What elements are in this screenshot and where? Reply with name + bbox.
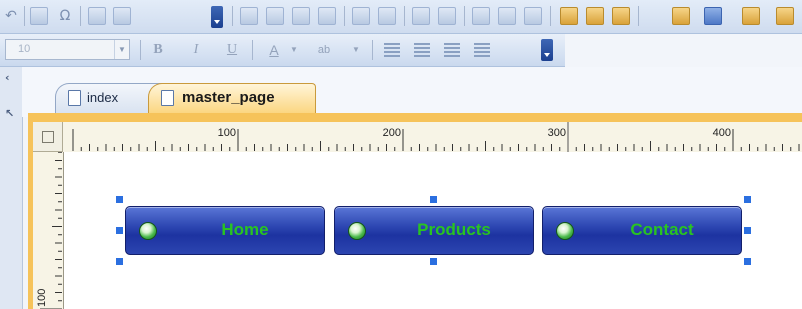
insert-chart-icon[interactable]: [113, 7, 131, 25]
align-center-icon[interactable]: [414, 43, 430, 57]
highlight-color-button[interactable]: ab: [314, 41, 334, 59]
chevron-down-icon[interactable]: ▼: [284, 41, 304, 59]
toolbar-separator: [404, 6, 405, 26]
toolbar-separator: [550, 6, 551, 26]
send-backward-icon[interactable]: [586, 7, 604, 25]
ruler-label: 400: [713, 127, 731, 139]
products-nav-button[interactable]: Products: [334, 206, 534, 255]
font-size-value: 10: [18, 43, 31, 55]
row-height-icon[interactable]: [412, 7, 430, 25]
home-nav-button[interactable]: Home: [125, 206, 325, 255]
merge-cells-icon[interactable]: [352, 7, 370, 25]
delete-cells-icon[interactable]: [318, 7, 336, 25]
globe-icon: [348, 222, 366, 240]
toolbar-separator: [638, 6, 639, 26]
toolbar-separator: [24, 6, 25, 26]
collapse-panel-icon[interactable]: ‹: [5, 71, 10, 84]
group-objects-icon[interactable]: [612, 7, 630, 25]
selection-handle[interactable]: [744, 258, 751, 265]
toolbar-separator: [464, 6, 465, 26]
tab-master-page[interactable]: master_page: [148, 83, 316, 114]
insert-symbol-icon[interactable]: Ω: [56, 7, 74, 25]
insert-row-icon[interactable]: [266, 7, 284, 25]
contact-nav-button[interactable]: Contact: [542, 206, 742, 255]
chevron-down-icon[interactable]: ▼: [346, 41, 366, 59]
ruler-label: 200: [383, 127, 401, 139]
formatting-toolbar-top: ↶ Ω: [0, 0, 802, 34]
insert-image-icon[interactable]: [30, 7, 48, 25]
document-icon: [68, 90, 81, 106]
align-objects-icon[interactable]: [742, 7, 760, 25]
toolbar-separator: [80, 6, 81, 26]
table-properties-icon[interactable]: [524, 7, 542, 25]
tab-label: index: [87, 90, 119, 105]
ruler-corner[interactable]: [33, 122, 63, 152]
ruler-label: 100: [218, 127, 236, 139]
font-size-select[interactable]: 10 ▼: [5, 39, 130, 60]
selection-handle[interactable]: [744, 227, 751, 234]
distribute-objects-icon[interactable]: [776, 7, 794, 25]
selection-handle[interactable]: [116, 196, 123, 203]
toolbar-options-grip[interactable]: [211, 6, 223, 28]
undo-icon[interactable]: ↶: [2, 7, 20, 25]
selection-handle[interactable]: [116, 227, 123, 234]
italic-button[interactable]: I: [186, 41, 206, 59]
nav-button-label: Products: [417, 220, 491, 239]
cell-spacing-icon[interactable]: [498, 7, 516, 25]
nav-button-label: Home: [221, 220, 269, 239]
horizontal-ruler-ticks: 100 200 300 400: [72, 122, 800, 152]
pointer-tool-icon[interactable]: ↖: [5, 107, 14, 120]
ruler-label: 300: [548, 127, 566, 139]
chevron-down-icon[interactable]: ▼: [114, 40, 129, 59]
align-right-icon[interactable]: [444, 43, 460, 57]
toolbar-separator: [252, 40, 253, 60]
bold-button[interactable]: B: [148, 41, 168, 59]
selection-handle[interactable]: [430, 258, 437, 265]
table-icon[interactable]: [240, 7, 258, 25]
align-left-icon[interactable]: [384, 43, 400, 57]
layer-up-icon[interactable]: [672, 7, 690, 25]
toolbar-background: [565, 34, 802, 67]
align-justify-icon[interactable]: [474, 43, 490, 57]
selection-handle[interactable]: [744, 196, 751, 203]
vertical-ruler-ticks: 100: [36, 152, 62, 309]
horizontal-ruler: 100 200 300 400: [63, 122, 802, 153]
ruler-label: 100: [36, 289, 48, 307]
cell-padding-icon[interactable]: [472, 7, 490, 25]
font-color-button[interactable]: A: [264, 41, 284, 59]
side-panel-strip: ‹ ↖: [0, 67, 23, 309]
underline-button[interactable]: U: [222, 41, 242, 59]
toolbar-options-grip[interactable]: [541, 39, 553, 61]
insert-column-icon[interactable]: [292, 7, 310, 25]
toolbar-separator: [372, 40, 373, 60]
globe-icon: [556, 222, 574, 240]
nav-button-label: Contact: [630, 220, 694, 239]
vertical-ruler: 100: [33, 152, 64, 309]
insert-picture-icon[interactable]: [88, 7, 106, 25]
document-icon: [161, 90, 174, 106]
layer-icon[interactable]: [704, 7, 722, 25]
toolbar-separator: [344, 6, 345, 26]
selection-handle[interactable]: [430, 196, 437, 203]
selection-handle[interactable]: [116, 258, 123, 265]
toolbar-separator: [232, 6, 233, 26]
tab-label: master_page: [182, 89, 275, 106]
globe-icon: [139, 222, 157, 240]
column-width-icon[interactable]: [438, 7, 456, 25]
toolbar-separator: [140, 40, 141, 60]
split-cells-icon[interactable]: [378, 7, 396, 25]
bring-forward-icon[interactable]: [560, 7, 578, 25]
formatting-toolbar: 10 ▼ B I U A ▼ ab ▼: [0, 34, 565, 67]
